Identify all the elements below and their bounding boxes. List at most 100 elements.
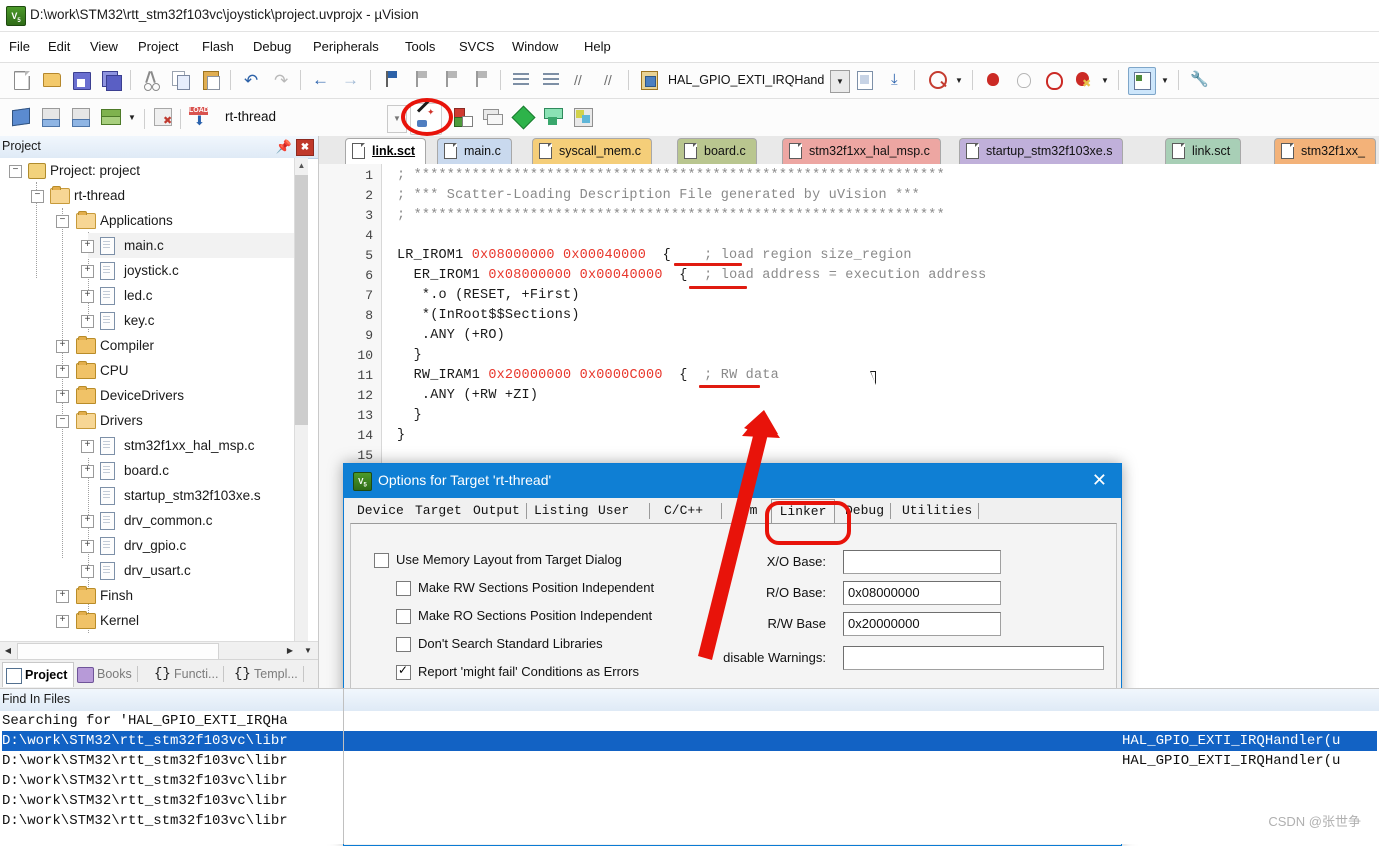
tree-expander[interactable]: − <box>9 165 22 178</box>
dialog-tab-listing[interactable]: Listing <box>527 500 596 522</box>
tab-books[interactable]: Books <box>75 662 138 686</box>
translate-icon[interactable] <box>8 104 34 130</box>
tree-expander[interactable]: + <box>56 615 69 628</box>
tree-expander[interactable]: + <box>56 365 69 378</box>
tree-expander[interactable]: + <box>81 290 94 303</box>
paste-icon[interactable] <box>198 67 224 93</box>
tree-item-applications[interactable]: − Applications <box>0 208 295 233</box>
tree-item-compiler[interactable]: + Compiler <box>0 333 295 358</box>
menu-window[interactable]: Window <box>508 37 562 57</box>
tree-item-board-c[interactable]: + board.c <box>88 458 295 483</box>
tree-item-stm32f1xx-hal-msp-c[interactable]: + stm32f1xx_hal_msp.c <box>88 433 295 458</box>
editor-tab-syscall-mem-c[interactable]: syscall_mem.c <box>532 138 652 164</box>
breakpoint-dropdown-icon[interactable]: ▼ <box>1098 67 1112 93</box>
checkbox-make-ro-position-independent[interactable] <box>396 609 411 624</box>
build-icon[interactable] <box>38 104 64 130</box>
tree-item-devicedrivers[interactable]: + DeviceDrivers <box>0 383 295 408</box>
cut-icon[interactable] <box>138 67 164 93</box>
xo-base-input[interactable] <box>843 550 1001 574</box>
project-window-icon[interactable] <box>1128 67 1156 95</box>
menu-help[interactable]: Help <box>580 37 615 57</box>
find-in-files-results[interactable]: Searching for 'HAL_GPIO_EXTI_IRQHa D:\wo… <box>0 711 1379 844</box>
scroll-right-icon[interactable]: ▶ <box>282 643 298 659</box>
tree-expander[interactable]: + <box>56 340 69 353</box>
dialog-tab-user[interactable]: User <box>591 500 636 522</box>
checkbox-make-rw-position-independent[interactable] <box>396 581 411 596</box>
tree-item-finsh[interactable]: + Finsh <box>0 583 295 608</box>
close-icon[interactable]: ✖ <box>296 139 314 156</box>
checkbox-use-memory-layout[interactable] <box>374 553 389 568</box>
bookmark-toggle-icon[interactable] <box>378 67 404 93</box>
navigate-back-icon[interactable]: ← <box>308 67 334 93</box>
menu-view[interactable]: View <box>86 37 122 57</box>
project-tree-vscrollbar[interactable]: ▲ <box>294 158 308 641</box>
tree-item-startup-s[interactable]: startup_stm32f103xe.s <box>88 483 295 508</box>
tree-item-key-c[interactable]: + key.c <box>88 308 295 333</box>
configure-icon[interactable]: 🔧 <box>1184 67 1210 93</box>
insert-symbol-icon[interactable]: ⤓ <box>882 67 908 93</box>
multi-project-icon[interactable] <box>480 104 506 130</box>
target-select-combo[interactable]: rt-thread <box>225 109 276 124</box>
close-icon[interactable]: ✕ <box>1092 470 1107 490</box>
tree-expander[interactable]: + <box>56 390 69 403</box>
rw-base-input[interactable]: 0x20000000 <box>843 612 1001 636</box>
indent-left-icon[interactable] <box>538 67 564 93</box>
menu-flash[interactable]: Flash <box>198 37 238 57</box>
tree-item-kernel[interactable]: + Kernel <box>0 608 295 633</box>
find-result-line[interactable]: D:\work\STM32\rtt_stm32f103vc\libr <box>2 791 288 811</box>
scroll-down-icon[interactable]: ▼ <box>300 643 316 659</box>
disable-warnings-input[interactable] <box>843 646 1104 670</box>
tree-expander[interactable]: + <box>81 315 94 328</box>
pack-manage-icon[interactable] <box>570 104 596 130</box>
project-tree[interactable]: − Project: project − rt-thread − Applica… <box>0 158 295 641</box>
tab-templates[interactable]: {} Templ... <box>232 662 304 686</box>
bookmark-clear-icon[interactable] <box>468 67 494 93</box>
indent-right-icon[interactable] <box>508 67 534 93</box>
tree-item-project[interactable]: − Project: project <box>0 158 295 183</box>
scroll-left-icon[interactable]: ◀ <box>0 643 16 659</box>
tree-item-drv-usart-c[interactable]: + drv_usart.c <box>88 558 295 583</box>
tree-expander[interactable]: + <box>81 265 94 278</box>
manage-components-icon[interactable] <box>450 104 476 130</box>
checkbox-dont-search-standard-libraries[interactable] <box>396 637 411 652</box>
chevron-down-icon[interactable]: ▼ <box>830 70 850 93</box>
editor-tab-link-sct-2[interactable]: link.sct <box>1165 138 1241 164</box>
editor-tab-board-c[interactable]: board.c <box>677 138 757 164</box>
uncomment-icon[interactable]: // <box>598 67 624 93</box>
menu-debug[interactable]: Debug <box>249 37 295 57</box>
menu-tools[interactable]: Tools <box>401 37 439 57</box>
tree-item-drv-gpio-c[interactable]: + drv_gpio.c <box>88 533 295 558</box>
find-result-line[interactable]: D:\work\STM32\rtt_stm32f103vc\libr <box>2 811 288 831</box>
scroll-up-icon[interactable]: ▲ <box>295 158 308 174</box>
editor-tab-link-sct[interactable]: link.sct <box>345 138 426 164</box>
bookmark-prev-icon[interactable] <box>408 67 434 93</box>
batch-build-dropdown-icon[interactable]: ▼ <box>126 104 138 130</box>
find-in-files-icon[interactable] <box>636 67 662 93</box>
navigate-forward-icon[interactable]: → <box>338 67 364 93</box>
tree-expander[interactable]: + <box>81 240 94 253</box>
new-file-icon[interactable] <box>8 67 34 93</box>
tree-item-drivers[interactable]: − Drivers <box>0 408 295 433</box>
tree-item-cpu[interactable]: + CPU <box>0 358 295 383</box>
tree-expander[interactable]: + <box>81 515 94 528</box>
project-tree-hscrollbar[interactable]: ◀ ▶ ▼ <box>0 641 318 660</box>
tree-item-drv-common-c[interactable]: + drv_common.c <box>88 508 295 533</box>
dialog-tab-target[interactable]: Target <box>408 500 469 522</box>
batch-build-icon[interactable] <box>98 104 124 130</box>
copy-icon[interactable] <box>168 67 194 93</box>
scrollbar-thumb[interactable] <box>295 175 308 425</box>
tree-expander[interactable]: − <box>31 190 44 203</box>
symbol-search-combo[interactable]: HAL_GPIO_EXTI_IRQHand <box>668 71 828 90</box>
manage-runtime-icon[interactable] <box>540 104 566 130</box>
tree-expander[interactable]: + <box>81 565 94 578</box>
editor-tab-stm32f1xx[interactable]: stm32f1xx_ <box>1274 138 1376 164</box>
tree-expander[interactable]: − <box>56 415 69 428</box>
ro-base-input[interactable]: 0x08000000 <box>843 581 1001 605</box>
tree-expander[interactable]: + <box>81 465 94 478</box>
tree-expander[interactable]: + <box>81 540 94 553</box>
tree-expander[interactable]: − <box>56 215 69 228</box>
breakpoint-disable-icon[interactable] <box>1010 67 1036 93</box>
pin-icon[interactable]: 📌 <box>276 139 292 155</box>
dialog-tab-device[interactable]: Device <box>350 500 411 522</box>
dialog-tab-utilities[interactable]: Utilities <box>895 500 979 522</box>
